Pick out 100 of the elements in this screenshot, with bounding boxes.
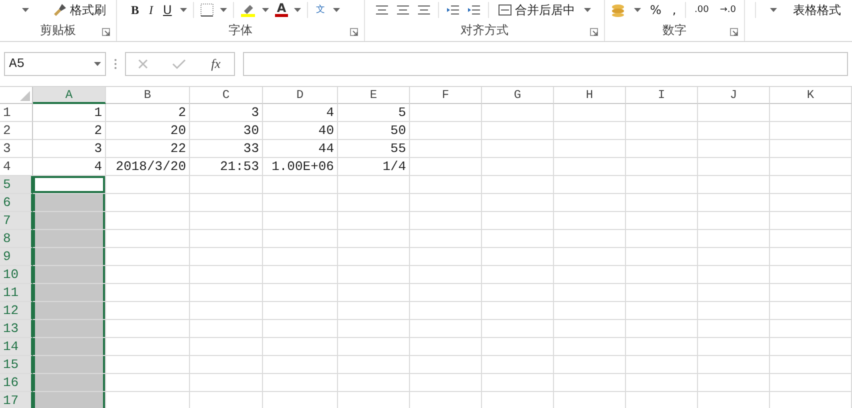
selected-cell[interactable] bbox=[33, 248, 106, 266]
table-format-button[interactable]: 表格格式 bbox=[791, 2, 843, 18]
group-label: 数字 bbox=[662, 22, 686, 40]
row-header[interactable]: 7 bbox=[0, 212, 33, 230]
launcher-icon[interactable] bbox=[350, 28, 358, 36]
caret-icon[interactable] bbox=[294, 8, 302, 12]
decrease-decimal-button[interactable]: →.0 bbox=[718, 2, 738, 18]
empty-cell bbox=[410, 140, 482, 158]
row-header[interactable]: 8 bbox=[0, 230, 33, 248]
empty-cell bbox=[554, 194, 626, 212]
indent-icon[interactable] bbox=[467, 4, 481, 16]
table-cell: 3 bbox=[190, 104, 263, 122]
selected-cell[interactable] bbox=[33, 230, 106, 248]
empty-cell bbox=[554, 176, 626, 194]
column-header[interactable]: K bbox=[770, 87, 852, 104]
row-header[interactable]: 11 bbox=[0, 284, 33, 302]
selected-cell[interactable] bbox=[33, 356, 106, 374]
table-cell: 44 bbox=[263, 140, 338, 158]
empty-cell bbox=[482, 158, 554, 176]
empty-cell bbox=[626, 212, 698, 230]
empty-cell bbox=[554, 302, 626, 320]
table-cell: 55 bbox=[338, 140, 410, 158]
selected-cell[interactable] bbox=[33, 320, 106, 338]
bold-button[interactable]: B bbox=[129, 2, 142, 18]
align-icon[interactable] bbox=[396, 4, 410, 16]
column-header[interactable]: C bbox=[190, 87, 263, 104]
column-header[interactable]: E bbox=[338, 87, 410, 104]
column-header[interactable]: D bbox=[263, 87, 338, 104]
empty-cell bbox=[410, 248, 482, 266]
selected-cell[interactable] bbox=[33, 392, 106, 408]
selected-cell[interactable] bbox=[33, 212, 106, 230]
launcher-icon[interactable] bbox=[102, 28, 110, 36]
column-header[interactable]: I bbox=[626, 87, 698, 104]
table-cell: 1/4 bbox=[338, 158, 410, 176]
empty-cell bbox=[698, 230, 770, 248]
percent-button[interactable]: % bbox=[648, 2, 664, 18]
row-header[interactable]: 5 bbox=[0, 176, 33, 194]
empty-cell bbox=[626, 140, 698, 158]
align-icon[interactable] bbox=[375, 4, 389, 16]
row-header[interactable]: 2 bbox=[0, 122, 33, 140]
caret-icon[interactable] bbox=[262, 8, 269, 12]
comma-button[interactable]: , bbox=[670, 2, 678, 18]
row-header[interactable]: 1 bbox=[0, 104, 33, 122]
borders-icon[interactable] bbox=[200, 2, 214, 17]
row-header[interactable]: 14 bbox=[0, 338, 33, 356]
selected-cell[interactable] bbox=[33, 266, 106, 284]
increase-decimal-button[interactable]: .00 bbox=[692, 2, 711, 18]
empty-cell bbox=[554, 338, 626, 356]
selected-cell[interactable] bbox=[33, 194, 106, 212]
column-header[interactable]: A bbox=[33, 87, 106, 104]
name-box[interactable]: A5 bbox=[4, 52, 106, 76]
column-header[interactable]: B bbox=[106, 87, 190, 104]
formula-input[interactable] bbox=[243, 52, 848, 76]
column-header[interactable]: F bbox=[410, 87, 482, 104]
align-icon[interactable] bbox=[417, 4, 431, 16]
italic-button[interactable]: I bbox=[147, 2, 156, 18]
empty-cell bbox=[698, 356, 770, 374]
selected-cell[interactable] bbox=[33, 284, 106, 302]
insert-function-button[interactable]: fx bbox=[209, 56, 223, 72]
table-cell: 2 bbox=[33, 122, 106, 140]
caret-icon[interactable] bbox=[584, 8, 591, 12]
row-header[interactable]: 10 bbox=[0, 266, 33, 284]
empty-cell bbox=[338, 320, 410, 338]
caret-icon[interactable] bbox=[180, 8, 187, 12]
selected-cell[interactable] bbox=[33, 374, 106, 392]
empty-cell bbox=[410, 374, 482, 392]
font-color-button[interactable]: A bbox=[274, 2, 288, 18]
row-header[interactable]: 6 bbox=[0, 194, 33, 212]
caret-icon[interactable] bbox=[22, 8, 29, 12]
column-header[interactable]: J bbox=[698, 87, 770, 104]
column-header[interactable]: G bbox=[482, 87, 554, 104]
phonetic-button[interactable]: 文 bbox=[314, 2, 328, 18]
empty-cell bbox=[626, 374, 698, 392]
row-header[interactable]: 12 bbox=[0, 302, 33, 320]
highlighter-icon[interactable] bbox=[240, 2, 256, 17]
underline-button[interactable]: U bbox=[161, 2, 174, 18]
caret-icon[interactable] bbox=[770, 8, 777, 12]
empty-cell bbox=[410, 284, 482, 302]
caret-icon[interactable] bbox=[634, 8, 641, 12]
format-painter-button[interactable]: 格式刷 bbox=[51, 2, 108, 18]
caret-icon[interactable] bbox=[220, 8, 227, 12]
row-header[interactable]: 17 bbox=[0, 392, 33, 408]
empty-cell bbox=[626, 266, 698, 284]
active-cell[interactable] bbox=[33, 176, 106, 194]
row-header[interactable]: 15 bbox=[0, 356, 33, 374]
empty-cell bbox=[626, 194, 698, 212]
empty-cell bbox=[698, 176, 770, 194]
row-header[interactable]: 16 bbox=[0, 374, 33, 392]
row-header[interactable]: 3 bbox=[0, 140, 33, 158]
caret-icon[interactable] bbox=[333, 8, 340, 12]
row-header[interactable]: 9 bbox=[0, 248, 33, 266]
column-header[interactable]: H bbox=[554, 87, 626, 104]
indent-icon[interactable] bbox=[446, 4, 460, 16]
launcher-icon[interactable] bbox=[730, 28, 738, 36]
selected-cell[interactable] bbox=[33, 338, 106, 356]
row-header[interactable]: 13 bbox=[0, 320, 33, 338]
launcher-icon[interactable] bbox=[590, 28, 598, 36]
selected-cell[interactable] bbox=[33, 302, 106, 320]
merge-center-button[interactable]: 合并后居中 bbox=[496, 2, 577, 18]
check-icon[interactable] bbox=[172, 58, 186, 70]
